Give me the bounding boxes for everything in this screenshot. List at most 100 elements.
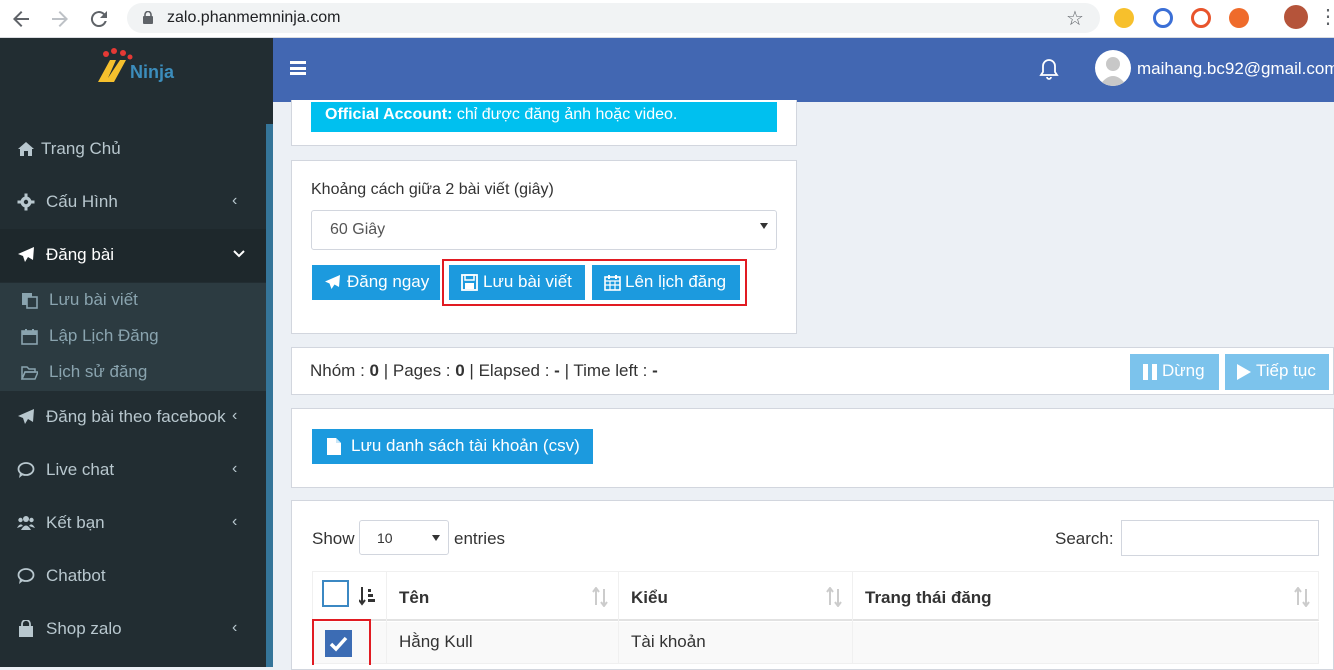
sidebar-subitem-lap-lich-dang[interactable]: Lập Lịch Đăng [0, 319, 266, 355]
sidebar-item-chatbot[interactable]: Chatbot [0, 550, 266, 603]
lock-icon [143, 11, 153, 24]
calendar-icon [21, 329, 38, 345]
extension-icon[interactable] [1229, 8, 1249, 28]
user-email[interactable]: maihang.bc92@gmail.com [1137, 59, 1334, 79]
top-navbar: maihang.bc92@gmail.com [273, 38, 1334, 102]
entries-select[interactable]: 10 [359, 520, 449, 555]
users-icon [17, 516, 35, 530]
sidebar-item-label: Đăng bài theo facebook [46, 407, 226, 426]
show-label: Show [312, 529, 355, 548]
post-settings-box: Khoảng cách giữa 2 bài viết (giây) 60 Gi… [291, 160, 797, 334]
back-icon[interactable] [9, 7, 33, 31]
sidebar-item-cau-hinh[interactable]: Cấu Hình ‹ [0, 176, 266, 229]
gear-icon [17, 193, 35, 211]
csv-box: Lưu danh sách tài khoản (csv) [291, 408, 1334, 488]
sidebar-item-dang-bai[interactable]: Đăng bài [0, 229, 266, 282]
avatar[interactable] [1284, 5, 1308, 29]
shopping-bag-icon [19, 620, 33, 637]
file-icon [327, 438, 341, 455]
save-csv-button[interactable]: Lưu danh sách tài khoản (csv) [312, 429, 593, 464]
stop-button[interactable]: Dừng [1130, 354, 1219, 390]
info-box: Official Account: chỉ được đăng ảnh hoặc… [291, 100, 797, 146]
search-label: Search: [1055, 529, 1114, 548]
post-now-button[interactable]: Đăng ngay [312, 265, 440, 300]
chevron-down-icon [233, 250, 245, 258]
sidebar-item-label: Cấu Hình [46, 192, 118, 211]
continue-button[interactable]: Tiếp tục [1225, 354, 1329, 390]
sidebar-subitem-label: Lập Lịch Đăng [49, 326, 159, 345]
sidebar-item-dang-bai-facebook[interactable]: Đăng bài theo facebook ‹ [0, 391, 266, 444]
button-label: Đăng ngay [347, 272, 430, 291]
info-banner: Official Account: chỉ được đăng ảnh hoặc… [311, 102, 777, 132]
folder-open-icon [21, 366, 38, 380]
paper-plane-icon [18, 409, 34, 424]
search-input[interactable] [1121, 520, 1319, 556]
sidebar-item-label: Chatbot [46, 566, 106, 585]
interval-label: Khoảng cách giữa 2 bài viết (giây) [311, 181, 554, 198]
sidebar: Ninja Trang Chủ Cấu Hình ‹ Đăng bài Lưu … [0, 38, 273, 667]
chevron-left-icon: ‹ [232, 619, 238, 636]
button-label: Lưu danh sách tài khoản (csv) [351, 436, 580, 455]
extension-icon[interactable] [1153, 8, 1173, 28]
sidebar-scrollbar[interactable] [266, 124, 273, 667]
button-label: Dừng [1162, 361, 1205, 380]
sort-icon [1294, 587, 1310, 607]
chevron-left-icon: ‹ [232, 513, 238, 530]
banner-text: chỉ được đăng ảnh hoặc video. [452, 106, 678, 123]
sidebar-subitem-luu-bai-viet[interactable]: Lưu bài viết [0, 283, 266, 319]
row-type-cell: Tài khoản [619, 622, 853, 664]
chevron-left-icon: ‹ [232, 460, 238, 477]
sidebar-subitem-label: Lưu bài viết [49, 290, 138, 309]
address-bar[interactable]: zalo.phanmemninja.com ☆ [127, 3, 1100, 33]
extension-icon[interactable] [1114, 8, 1134, 28]
row-name-cell: Hằng Kull [387, 622, 619, 664]
sort-desc-icon[interactable] [359, 587, 376, 607]
home-icon [18, 142, 34, 156]
sidebar-item-live-chat[interactable]: Live chat ‹ [0, 444, 266, 497]
sort-icon [592, 587, 608, 607]
row-status-cell [853, 622, 1318, 664]
column-header-ten[interactable]: Tên [387, 572, 619, 622]
progress-box: Nhóm : 0 | Pages : 0 | Elapsed : - | Tim… [291, 347, 1334, 395]
sidebar-item-trang-chu[interactable]: Trang Chủ [0, 123, 266, 176]
extension-icon[interactable] [1191, 8, 1211, 28]
sidebar-subitem-lich-su-dang[interactable]: Lịch sử đăng [0, 355, 266, 391]
sidebar-item-label: Đăng bài [46, 245, 115, 264]
main-content: Official Account: chỉ được đăng ảnh hoặc… [273, 100, 1334, 670]
forward-icon[interactable] [48, 7, 72, 31]
submenu-dang-bai: Lưu bài viết Lập Lịch Đăng Lịch sử đăng [0, 283, 266, 391]
ninja-logo[interactable]: Ninja [96, 48, 178, 86]
entries-value: 10 [377, 530, 393, 546]
chat-bubble-icon [17, 462, 35, 478]
sidebar-item-shop-zalo[interactable]: Shop zalo ‹ [0, 603, 266, 656]
table-header: Tên Kiểu Trang thái đăng [312, 571, 1320, 622]
select-all-column [313, 572, 387, 622]
progress-stats: Nhóm : 0 | Pages : 0 | Elapsed : - | Tim… [310, 361, 658, 380]
chevron-left-icon: ‹ [232, 192, 238, 209]
logo-area: Ninja [0, 38, 273, 102]
chevron-left-icon: ‹ [232, 407, 238, 424]
svg-text:Ninja: Ninja [130, 62, 175, 82]
select-all-checkbox[interactable] [322, 580, 349, 607]
bookmark-star-icon[interactable]: ☆ [1066, 6, 1084, 31]
sidebar-item-ket-ban[interactable]: Kết bạn ‹ [0, 497, 266, 550]
interval-value: 60 Giây [330, 221, 386, 238]
dropdown-arrow-icon [760, 223, 768, 229]
highlight-box [442, 259, 747, 306]
column-header-kieu[interactable]: Kiểu [619, 572, 853, 622]
url-text: zalo.phanmemninja.com [167, 9, 341, 26]
menu-dots-icon[interactable]: ⋮ [1318, 4, 1334, 29]
column-header-trang-thai[interactable]: Trang thái đăng [853, 572, 1320, 622]
user-avatar[interactable] [1095, 50, 1131, 86]
sidebar-item-label: Shop zalo [46, 619, 122, 638]
hamburger-menu-icon[interactable] [290, 61, 306, 75]
sort-icon [826, 587, 842, 607]
paper-plane-icon [18, 247, 34, 262]
dropdown-arrow-icon [432, 535, 440, 541]
table-row[interactable]: Hằng Kull Tài khoản [312, 622, 1319, 664]
bell-icon[interactable] [1039, 58, 1059, 80]
sidebar-item-label: Trang Chủ [41, 139, 121, 158]
reload-icon[interactable] [87, 7, 111, 31]
interval-select[interactable]: 60 Giây [311, 210, 777, 250]
chat-bubble-icon [17, 568, 35, 584]
